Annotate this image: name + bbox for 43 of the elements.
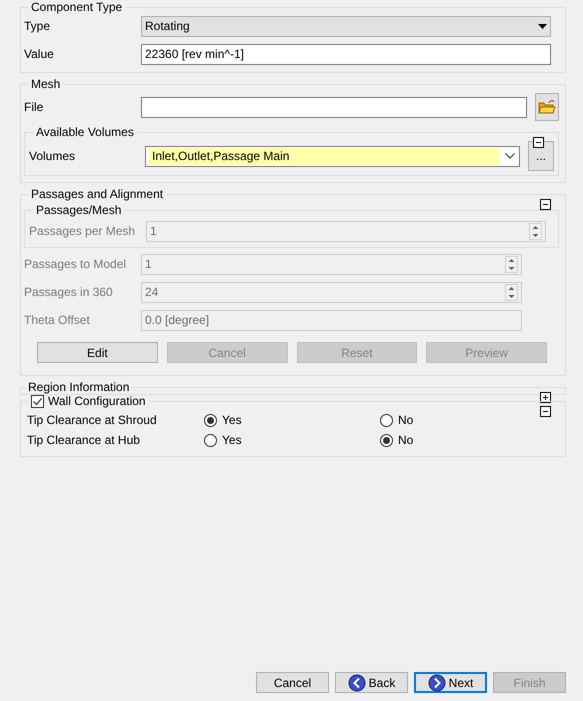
expand-icon[interactable]: [540, 392, 551, 403]
browse-button[interactable]: ...: [528, 141, 554, 171]
volumes-dropdown[interactable]: Inlet,Outlet,Passage Main: [145, 146, 520, 166]
type-dropdown[interactable]: Rotating: [141, 16, 551, 36]
input-field[interactable]: 22360 [rev min^-1]: [141, 44, 551, 64]
field-label: Passages in 360: [24, 285, 114, 299]
radio-button[interactable]: [204, 434, 217, 446]
collapse-icon[interactable]: [533, 137, 544, 148]
radio-button[interactable]: [204, 414, 217, 426]
field-label: Value: [24, 47, 55, 61]
file-field[interactable]: [141, 96, 527, 118]
section-title: Mesh: [31, 77, 60, 91]
footer-button[interactable]: Back: [335, 672, 408, 693]
field-label: Passages per Mesh: [29, 224, 136, 238]
collapse-icon[interactable]: [540, 406, 551, 417]
checkbox[interactable]: [31, 394, 44, 408]
field-label: Theta Offset: [24, 313, 91, 327]
section-title: Region Information: [28, 380, 130, 394]
section-title: Component Type: [31, 0, 122, 14]
dropdown-arrow-icon[interactable]: [538, 24, 547, 28]
radio-label: Yes: [222, 433, 242, 447]
radio-button[interactable]: [380, 414, 393, 426]
radio-label: Yes: [222, 413, 242, 427]
field-label: Passages to Model: [24, 257, 128, 271]
action-button[interactable]: Edit: [37, 342, 158, 363]
radio-button[interactable]: [380, 434, 393, 446]
radio-label: No: [398, 433, 414, 447]
field-label: File: [24, 100, 44, 114]
folder-icon: [538, 99, 556, 115]
section-title: Passages and Alignment: [31, 187, 164, 201]
field-label: Tip Clearance at Shroud: [27, 413, 158, 427]
footer-button[interactable]: Cancel: [256, 672, 329, 693]
field-label: Volumes: [29, 149, 76, 163]
field-label: Tip Clearance at Hub: [27, 433, 141, 447]
radio-label: No: [398, 413, 414, 427]
collapse-icon[interactable]: [540, 199, 551, 210]
section-title: Wall Configuration: [48, 394, 146, 408]
browse-folder-button[interactable]: [535, 93, 559, 121]
chevron-down-icon[interactable]: [505, 153, 515, 159]
field-label: Type: [24, 19, 52, 33]
footer-button[interactable]: Next: [414, 672, 487, 693]
section-title: Available Volumes: [36, 125, 134, 139]
section-title: Passages/Mesh: [36, 203, 122, 217]
